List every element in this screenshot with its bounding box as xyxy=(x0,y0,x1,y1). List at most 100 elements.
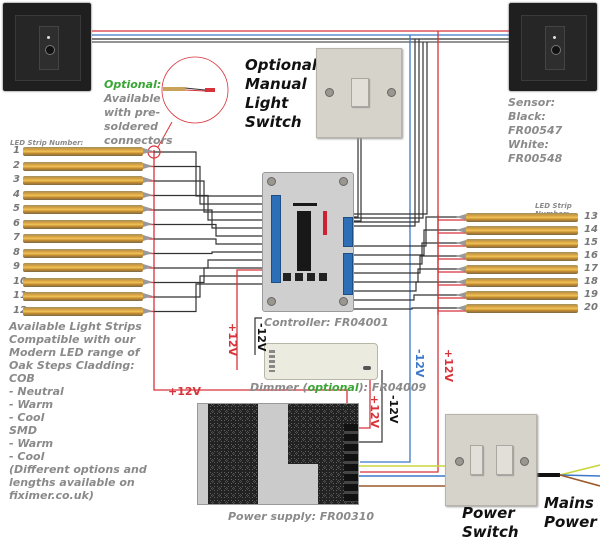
led-strip xyxy=(23,147,153,156)
screw-icon xyxy=(520,457,529,466)
strip-signal-wire xyxy=(154,259,270,269)
controller-label: Controller: FR04001 xyxy=(264,316,389,329)
sensor-white-code: White: FR00548 xyxy=(508,138,563,165)
voltage-label-pos-main: +12V xyxy=(168,385,202,398)
led-strip xyxy=(466,265,578,274)
available-strips-line: - Warm xyxy=(9,398,54,411)
strip-number: 6 xyxy=(13,217,20,229)
terminal-block-right-bottom xyxy=(343,253,353,295)
dimmer-label-suffix: ): FR04009 xyxy=(358,381,427,394)
power-switch-title: Power Switch xyxy=(462,504,519,542)
led-strip xyxy=(466,278,578,287)
strip-number: 16 xyxy=(584,250,598,261)
strip-signal-wire xyxy=(154,151,270,197)
left-strips-heading: LED Strip Number: xyxy=(10,139,84,147)
power-switch xyxy=(445,414,537,506)
chip-socket xyxy=(293,203,317,206)
voltage-label-neg-psu: -12V xyxy=(387,395,400,424)
buttons-row xyxy=(283,273,327,281)
strip-number: 9 xyxy=(13,261,20,272)
available-strips-line: SMD xyxy=(9,424,37,437)
connector-note-line: connectors xyxy=(104,134,173,147)
strip-number: 15 xyxy=(584,237,598,248)
strip-number: 20 xyxy=(584,302,598,313)
strip-number: 8 xyxy=(13,246,20,258)
led-strip xyxy=(466,239,578,248)
strip-signal-wire xyxy=(154,275,270,298)
sensor-left xyxy=(3,3,91,91)
psu-panel xyxy=(258,464,318,504)
strip-number: 1 xyxy=(13,145,20,156)
led-strip xyxy=(466,226,578,235)
fuse-holder-icon xyxy=(470,445,483,475)
voltage-label-pos-red: +12V xyxy=(442,349,455,383)
led-strip xyxy=(23,263,153,272)
terminal-block-left xyxy=(271,195,281,283)
led-strip xyxy=(466,213,578,222)
available-strips-line: - Neutral xyxy=(9,385,64,398)
led-strip xyxy=(23,205,153,214)
sensor-lens-icon xyxy=(551,45,561,55)
left-strip-signal-wires xyxy=(154,151,270,313)
dimmer-positive-to-controller xyxy=(236,269,262,370)
sensor-heading: Sensor: xyxy=(508,96,556,109)
strip-signal-wire xyxy=(154,283,270,313)
screw-icon xyxy=(339,297,348,306)
strip-number: 2 xyxy=(13,159,20,171)
available-strips-line: lengths available on xyxy=(9,476,135,489)
available-strips-line: - Cool xyxy=(9,450,45,463)
sensor-label: Sensor: Black: FR00547 White: FR00548 xyxy=(508,96,600,166)
available-strips-line: Oak Steps Cladding: xyxy=(9,359,135,372)
available-strips-line: (Different options and xyxy=(9,463,147,476)
voltage-label-neg-dimmer: -12V xyxy=(255,323,268,352)
screw-icon xyxy=(387,88,396,97)
strip-signal-wire xyxy=(350,307,466,310)
title-line: Manual xyxy=(245,75,307,93)
screw-icon xyxy=(325,88,334,97)
strip-number: 17 xyxy=(584,263,598,274)
screw-icon xyxy=(267,177,276,186)
microcontroller-chip xyxy=(297,211,311,271)
strip-number: 3 xyxy=(13,174,20,185)
terminal-block-right-top xyxy=(343,217,353,247)
led-strip xyxy=(23,306,153,316)
strip-signal-wire xyxy=(350,216,466,247)
led-strip xyxy=(23,161,153,171)
led-strip xyxy=(23,234,153,243)
led-strip xyxy=(466,304,578,313)
strip-number: 13 xyxy=(584,211,598,222)
title-line: Switch xyxy=(462,523,519,541)
mains-power-title: Mains Power xyxy=(544,494,597,532)
strip-signal-wire xyxy=(154,209,270,229)
voltage-label-neg-blue: -12V xyxy=(413,349,426,378)
title-line: Mains xyxy=(544,494,594,512)
available-strips-line: - Cool xyxy=(9,411,45,424)
dimmer-power-terminals xyxy=(363,366,371,370)
led-strip xyxy=(23,176,153,185)
connector-note-line: with pre- xyxy=(104,106,161,119)
title-line: Power xyxy=(544,513,597,531)
connector-note: Optional: Available with pre- soldered c… xyxy=(104,78,173,148)
strip-signal-wire xyxy=(350,268,466,283)
title-line: Optional xyxy=(245,56,318,74)
available-strips-line: Available Light Strips xyxy=(9,320,142,333)
strip-number: 7 xyxy=(13,232,20,243)
led-strip xyxy=(466,291,578,300)
dimmer-label-prefix: Dimmer ( xyxy=(250,381,308,394)
available-strips-line: COB xyxy=(9,372,35,385)
strip-number: 14 xyxy=(584,224,598,235)
status-leds xyxy=(323,211,327,235)
dimmer xyxy=(264,343,378,380)
available-strips-note: Available Light Strips Compatible with ou… xyxy=(9,320,147,502)
dimmer-label-optional: optional xyxy=(307,381,359,394)
screw-icon xyxy=(267,297,276,306)
psu-terminal-block xyxy=(344,424,358,502)
available-strips-line: Modern LED range of xyxy=(9,346,140,359)
rocker-switch-icon xyxy=(496,445,513,475)
strip-signal-wire xyxy=(154,251,270,255)
screw-icon xyxy=(339,177,348,186)
connector-note-highlight: Optional: xyxy=(104,78,162,91)
strip-number: 18 xyxy=(584,276,598,287)
strip-number: 5 xyxy=(13,203,20,214)
optional-switch-title: Optional Manual Light Switch xyxy=(245,56,317,132)
